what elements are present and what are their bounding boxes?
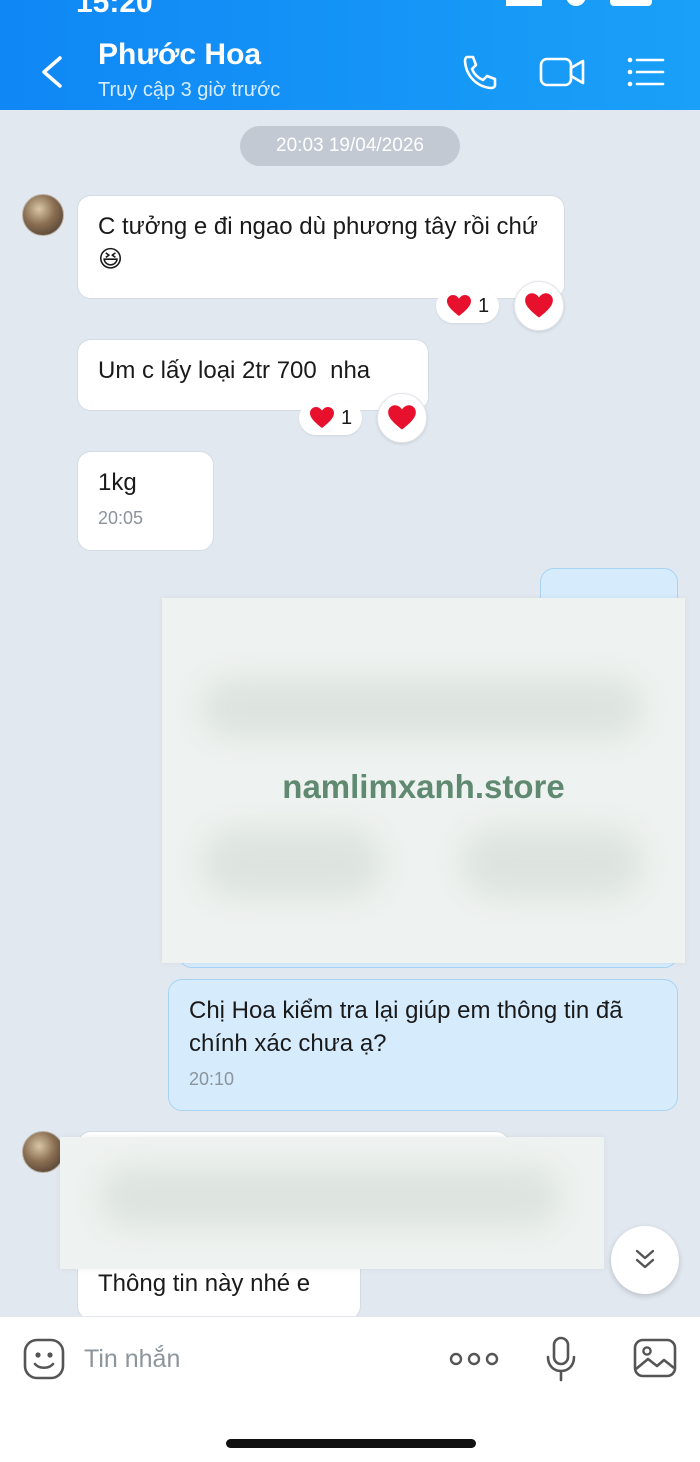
- heart-icon: [525, 293, 553, 318]
- redacted-image-overlay: namlimxanh.store: [162, 598, 685, 963]
- last-seen-status: Truy cập 3 giờ trước: [98, 79, 281, 101]
- contact-name[interactable]: Phước Hoa: [98, 38, 261, 72]
- blur-shape: [202, 678, 642, 738]
- message-text: Thông tin này nhé e: [98, 1270, 311, 1297]
- redacted-image-overlay: [60, 1137, 604, 1269]
- blur-shape: [462, 828, 642, 898]
- blur-shape: [100, 1167, 560, 1227]
- date-divider: 20:03 19/04/2026: [240, 126, 460, 166]
- status-time: 15:20: [76, 0, 153, 19]
- scroll-to-bottom-button[interactable]: [611, 1226, 679, 1294]
- more-options-button[interactable]: [448, 1347, 500, 1371]
- menu-list-button[interactable]: [624, 52, 668, 92]
- heart-icon: [310, 407, 334, 428]
- chat-header: 15:20 Phước Hoa Truy cập 3 giờ trước: [0, 0, 700, 110]
- message-input-bar: [0, 1316, 700, 1462]
- signal-icon: [506, 0, 542, 6]
- message-bubble[interactable]: C tưởng e đi ngao dù phương tây rồi chứ …: [77, 195, 565, 299]
- reaction-count: 1: [478, 294, 490, 317]
- reaction-count: 1: [341, 406, 353, 429]
- heart-icon: [388, 405, 416, 430]
- watermark-text: namlimxanh.store: [282, 768, 565, 805]
- microphone-button[interactable]: [544, 1335, 578, 1383]
- message-bubble[interactable]: Um c lấy loại 2tr 700 nha: [77, 339, 429, 411]
- sticker-emoji-button[interactable]: [22, 1337, 66, 1381]
- status-icons: [506, 0, 652, 6]
- video-call-button[interactable]: [538, 52, 588, 92]
- heart-icon: [447, 295, 471, 316]
- message-bubble[interactable]: 1kg 20:05: [77, 451, 214, 551]
- react-heart-button[interactable]: [514, 281, 564, 331]
- message-text: C tưởng e đi ngao dù phương tây rồi chứ …: [98, 213, 538, 273]
- reaction-summary[interactable]: 1: [299, 401, 363, 435]
- image-gallery-button[interactable]: [632, 1337, 678, 1379]
- message-text: Um c lấy loại 2tr 700 nha: [98, 357, 371, 384]
- message-time: 20:10: [189, 1069, 235, 1089]
- double-chevron-down-icon: [635, 1249, 655, 1269]
- message-text: Chị Hoa kiểm tra lại giúp em thông tin đ…: [189, 997, 623, 1057]
- message-input[interactable]: [84, 1339, 414, 1379]
- message-text: 1kg: [98, 469, 137, 496]
- wifi-icon: [566, 0, 586, 6]
- reaction-summary[interactable]: 1: [436, 289, 500, 323]
- react-heart-button[interactable]: [377, 393, 427, 443]
- phone-call-button[interactable]: [458, 52, 502, 92]
- contact-avatar[interactable]: [22, 1131, 64, 1173]
- blur-shape: [202, 828, 382, 898]
- message-time: 20:05: [98, 508, 144, 528]
- my-message-bubble[interactable]: Chị Hoa kiểm tra lại giúp em thông tin đ…: [168, 979, 678, 1111]
- battery-icon: [610, 0, 652, 6]
- contact-avatar[interactable]: [22, 194, 64, 236]
- home-indicator: [226, 1439, 476, 1448]
- back-button[interactable]: [32, 50, 72, 94]
